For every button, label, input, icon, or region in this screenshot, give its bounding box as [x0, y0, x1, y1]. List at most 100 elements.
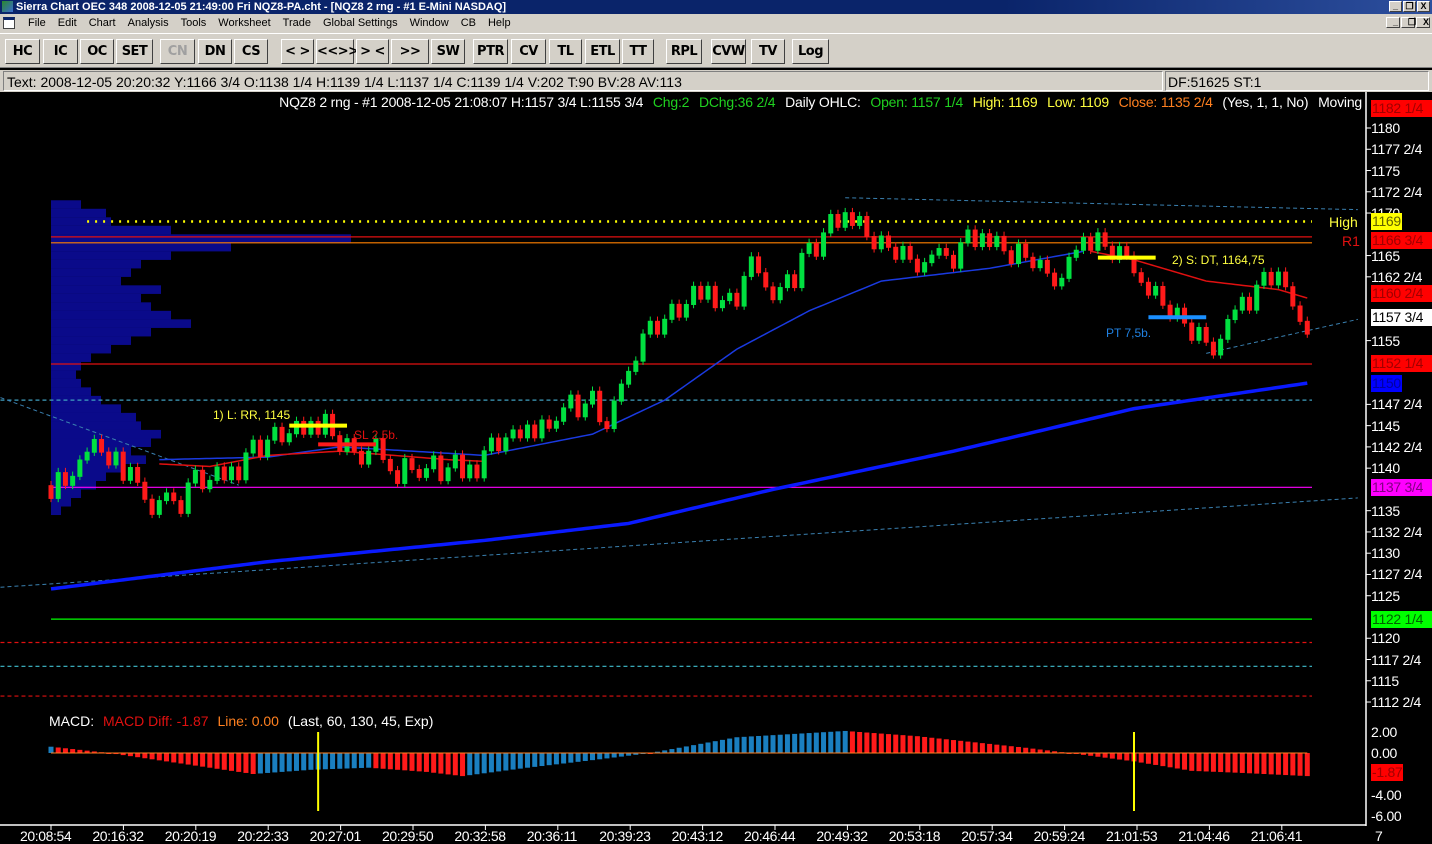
- time-axis-label: 20:43:12: [671, 828, 724, 844]
- macd-bar: [828, 731, 834, 753]
- macd-bar: [1030, 748, 1036, 753]
- macd-bar: [200, 753, 206, 767]
- volume-profile-bar: [51, 429, 161, 439]
- macd-bar: [402, 753, 408, 771]
- price-axis-label: 1132 2/4: [1371, 523, 1423, 540]
- daily-high: High: 1169: [972, 94, 1038, 110]
- volume-profile-bar: [51, 310, 171, 320]
- candle-up: [929, 254, 935, 264]
- price-axis-label: 1125: [1371, 587, 1400, 604]
- candle-up: [568, 394, 574, 409]
- macd-bar: [849, 731, 855, 753]
- price-tag: 1160 2/4: [1371, 285, 1432, 303]
- volume-profile-bar: [51, 344, 111, 354]
- macd-bar: [488, 753, 494, 773]
- candle-down: [871, 236, 877, 250]
- macd-axis-label: 2.00: [1371, 724, 1398, 740]
- candle-up: [1015, 243, 1021, 265]
- price-axis-label: 1162 2/4: [1371, 268, 1423, 285]
- time-axis-label: 20:32:58: [454, 828, 506, 844]
- candle-up: [878, 235, 884, 250]
- macd-bar: [821, 732, 827, 753]
- macd-bar: [979, 743, 985, 753]
- macd-bar: [1095, 753, 1101, 757]
- candle-down: [1044, 259, 1050, 274]
- candle-down: [120, 451, 126, 481]
- moving-label: Moving: [1318, 94, 1362, 110]
- candle-down: [864, 216, 870, 238]
- macd-bar: [1225, 753, 1231, 773]
- price-axis-label: 1127 2/4: [1371, 566, 1423, 583]
- macd-axis-label: -4.00: [1371, 787, 1402, 803]
- macd-bar: [561, 753, 567, 764]
- volume-profile-bar: [51, 455, 146, 465]
- candle-up: [1275, 271, 1281, 286]
- candle-down: [409, 458, 415, 471]
- candle-down: [1001, 235, 1007, 252]
- macd-bar: [1203, 753, 1209, 772]
- macd-bar: [922, 736, 928, 753]
- price-axis-label: 1155: [1371, 332, 1400, 349]
- candle-up: [842, 212, 848, 228]
- candle-up: [127, 467, 133, 481]
- macd-bar: [142, 753, 148, 759]
- candle-up: [683, 303, 689, 318]
- candle-down: [1008, 250, 1014, 265]
- candle-up: [748, 256, 754, 277]
- macd-bar: [1124, 753, 1130, 761]
- macd-bar: [1117, 753, 1123, 760]
- volume-profile-bar: [51, 242, 231, 252]
- price-axis-label: 1140: [1371, 460, 1400, 477]
- macd-bar: [972, 742, 978, 753]
- candle-up: [207, 479, 213, 490]
- time-axis-label: 21:06:41: [1250, 828, 1303, 844]
- volume-profile-bar: [51, 268, 131, 277]
- macd-bar: [351, 753, 357, 769]
- candle-up: [719, 300, 725, 309]
- candle-up: [669, 303, 675, 320]
- trendline: [845, 197, 1358, 211]
- candle-up: [84, 451, 90, 461]
- macd-bar: [1138, 753, 1144, 763]
- macd-bar: [886, 734, 892, 753]
- macd-value-tag: -1.87: [1371, 764, 1404, 782]
- candle-up: [633, 360, 639, 372]
- macd-bar: [1001, 745, 1007, 753]
- macd-bar: [178, 753, 184, 764]
- candle-up: [691, 285, 697, 305]
- macd-bar: [1283, 753, 1289, 776]
- candle-down: [257, 439, 263, 458]
- price-axis-label: 1147 2/4: [1371, 396, 1423, 413]
- candle-down: [1124, 246, 1130, 257]
- time-axis-label: 20:20:19: [164, 828, 217, 844]
- macd-bar: [293, 753, 299, 771]
- candle-down: [1030, 256, 1036, 269]
- time-axis-end-label: 7: [1375, 828, 1383, 844]
- price-tag: 1122 1/4: [1371, 610, 1432, 628]
- price-axis-label: 1175: [1371, 162, 1400, 179]
- macd-bar: [272, 753, 278, 773]
- volume-profile-bar: [51, 225, 171, 235]
- volume-profile-bar: [51, 327, 151, 337]
- price-axis-label: 1180: [1371, 120, 1400, 136]
- candle-up: [423, 468, 429, 478]
- macd-bar: [965, 741, 971, 753]
- macd-axis-label: -6.00: [1371, 808, 1402, 824]
- candle-up: [1239, 296, 1245, 311]
- macd-bar: [308, 753, 314, 770]
- candle-down: [597, 390, 603, 423]
- candle-up: [77, 459, 83, 477]
- candle-down: [496, 437, 502, 452]
- volume-profile-bar: [51, 446, 131, 456]
- candle-down: [416, 469, 422, 478]
- candle-down: [1290, 286, 1296, 307]
- candle-down: [575, 394, 581, 418]
- daily-low: Low: 1109: [1047, 94, 1109, 110]
- candle-down: [676, 303, 682, 318]
- macd-bar: [474, 753, 480, 775]
- candle-down: [813, 242, 819, 257]
- candle-up: [525, 424, 531, 439]
- candle-up: [1073, 249, 1079, 258]
- candle-up: [445, 467, 451, 482]
- macd-bar: [705, 742, 711, 753]
